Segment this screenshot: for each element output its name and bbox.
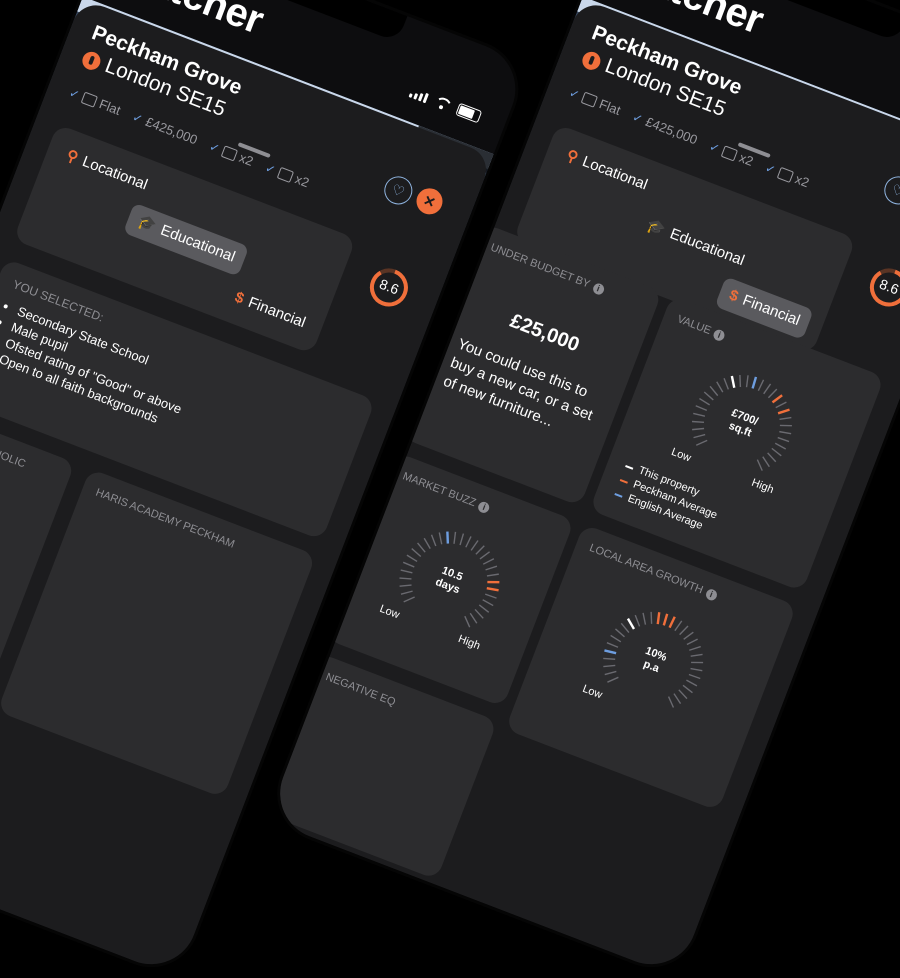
gauge-tick (603, 664, 616, 668)
check-icon: ✓ (763, 160, 778, 178)
gauge-tick (716, 381, 724, 393)
gauge-tick (446, 531, 450, 544)
gauge-tick (453, 531, 457, 544)
bath-icon (276, 166, 295, 183)
info-icon[interactable]: i (591, 281, 606, 296)
gauge-tick (662, 613, 669, 626)
gauge-tick (607, 676, 619, 683)
gauge-tick (399, 584, 412, 587)
gauge-tick (403, 596, 415, 603)
gauge-tick (423, 537, 431, 550)
gauge-tick (739, 374, 742, 387)
gauge-tick (692, 427, 705, 431)
status-bar (408, 85, 483, 124)
gauge-tick (775, 401, 787, 409)
gauge-tick (400, 590, 413, 595)
info-icon[interactable]: i (476, 500, 492, 515)
gauge-tick (438, 532, 443, 545)
gauge-tick (745, 375, 749, 388)
battery-icon (455, 102, 483, 124)
building-icon (80, 91, 99, 108)
gauge-tick (730, 375, 736, 388)
gauge-tick (695, 439, 708, 446)
gauge-tick (767, 452, 777, 463)
graduation-cap-icon: 🎓 (644, 216, 669, 239)
gauge-tick (479, 551, 491, 560)
bed-icon (720, 144, 739, 162)
gauge-tick (668, 616, 676, 629)
gauge-tick (673, 693, 682, 705)
gauge-tick (683, 631, 694, 640)
gauge-tick (469, 612, 478, 624)
gauge-tick (690, 653, 703, 657)
gauge-tick (486, 573, 499, 577)
gauge-tick (642, 612, 647, 625)
gauge-tick (474, 608, 484, 619)
info-icon[interactable]: i (712, 328, 727, 343)
gauge-tick (771, 394, 783, 404)
gauge-tick (634, 614, 641, 627)
bed-icon (220, 144, 239, 162)
gauge-tick (762, 456, 770, 468)
gauge-tick (430, 534, 437, 547)
gauge-tick (674, 620, 683, 632)
gauge-tick (709, 385, 719, 397)
gauge-tick (689, 645, 701, 651)
close-icon: ✕ (421, 191, 438, 211)
gauge-tick (417, 542, 426, 553)
graduation-cap-icon: 🎓 (135, 212, 159, 236)
gauge-tick (693, 433, 706, 439)
heart-icon: ♡ (889, 180, 900, 201)
gauge-tick (626, 618, 636, 630)
gauge-tick (459, 533, 465, 546)
tab-educational[interactable]: 🎓 Educational (632, 206, 758, 280)
gauge-tick (650, 611, 653, 624)
wifi-icon (433, 95, 452, 112)
gauge-tick (763, 383, 772, 395)
gauge-tick (667, 696, 675, 708)
check-icon: ✓ (207, 138, 222, 156)
gauge-tick (686, 638, 698, 646)
gauge-tick (656, 612, 661, 625)
gauge-tick (482, 558, 495, 565)
gauge-tick (470, 540, 479, 551)
gauge-tick (679, 625, 689, 636)
gauge-tick (678, 689, 688, 700)
check-icon: ✓ (263, 160, 278, 178)
check-icon: ✓ (630, 109, 646, 127)
gauge-tick (767, 388, 778, 399)
check-icon: ✓ (130, 109, 146, 127)
gauge-tick (779, 416, 792, 421)
gauge-tick (756, 459, 763, 471)
gauge-tick (757, 379, 765, 391)
gauge-tick (777, 408, 790, 415)
gauge-tick (723, 377, 730, 390)
card-title: VALUE i (675, 313, 727, 343)
gauge-tick (465, 536, 472, 548)
gauge-tick (475, 545, 485, 555)
tab-educational[interactable]: 🎓 Educational (122, 202, 250, 277)
gauge-tick (620, 622, 630, 633)
signal-icon (408, 88, 429, 104)
heart-icon: ♡ (389, 180, 408, 201)
gauge-tick (604, 670, 617, 676)
building-icon (580, 91, 599, 108)
gauge-tick (751, 376, 758, 389)
gauge-tick (464, 615, 471, 628)
gauge-tick (485, 565, 498, 571)
check-icon: ✓ (707, 138, 722, 156)
bath-icon (776, 166, 795, 183)
